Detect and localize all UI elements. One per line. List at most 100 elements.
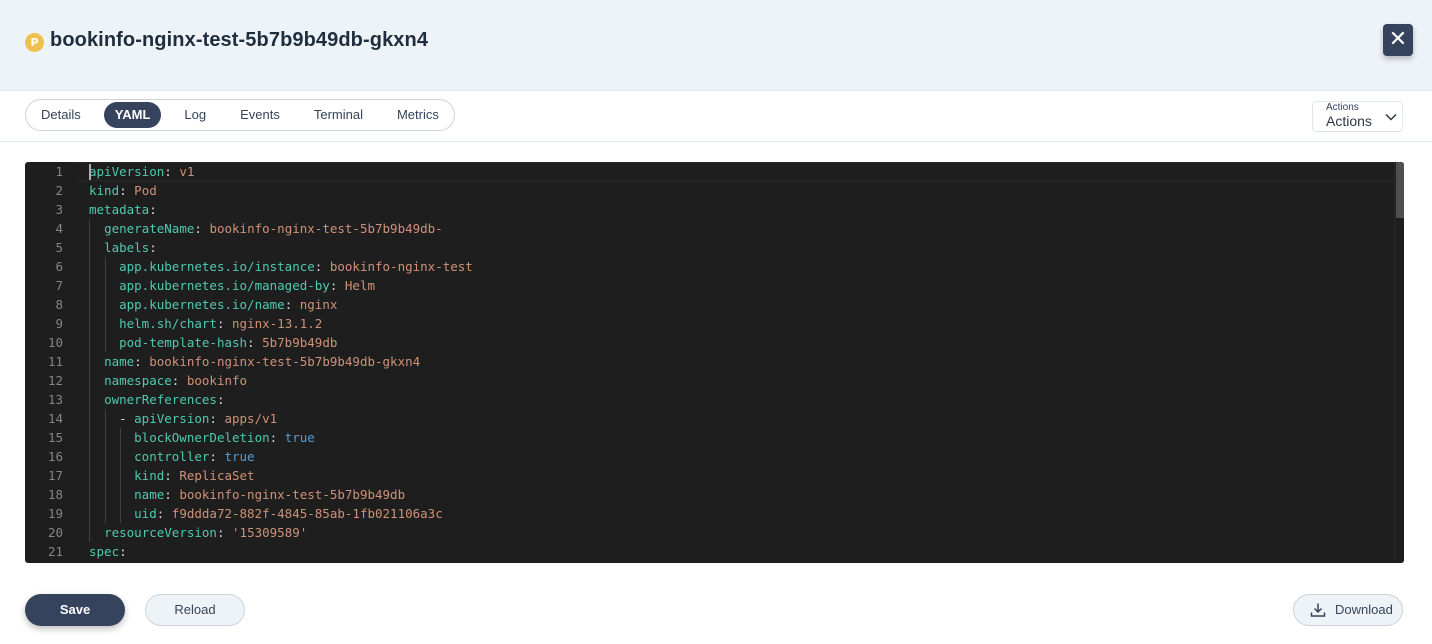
code-token: spec — [89, 544, 120, 559]
line-number: 7 — [55, 278, 63, 293]
code-token: resourceVersion — [104, 525, 217, 540]
code-token: metadata — [89, 202, 150, 217]
code-token: : — [269, 430, 285, 445]
code-token: nginx-13.1.2 — [232, 316, 323, 331]
code-line: blockOwnerDeletion: true — [89, 428, 315, 447]
reload-button[interactable]: Reload — [145, 594, 245, 626]
code-token: blockOwnerDeletion — [134, 430, 270, 445]
code-token: : — [164, 468, 180, 483]
code-token: apps/v1 — [224, 411, 278, 426]
tab-terminal[interactable]: Terminal — [303, 102, 374, 128]
code-line: labels: — [89, 238, 157, 257]
code-token: : — [194, 221, 210, 236]
code-line: kind: ReplicaSet — [89, 466, 254, 485]
line-number: 14 — [47, 411, 63, 426]
code-token: : — [119, 183, 135, 198]
code-token: : — [164, 164, 180, 179]
code-token: apiVersion — [89, 164, 165, 179]
line-number: 1 — [55, 164, 63, 179]
code-token: v1 — [179, 164, 195, 179]
line-number: 19 — [47, 506, 63, 521]
line-number: 21 — [47, 544, 63, 559]
indent-guide — [104, 409, 106, 523]
text-cursor — [89, 164, 91, 180]
close-button[interactable]: ✕ — [1383, 24, 1413, 56]
line-number: 17 — [47, 468, 63, 483]
code-token: apiVersion — [134, 411, 210, 426]
yaml-editor[interactable]: 1 2 3 4 5 6 7 8 9 10 11 12 13 14 15 16 17 18 19 20 21 apiVer… — [25, 162, 1404, 563]
line-number: 2 — [55, 183, 63, 198]
save-button[interactable]: Save — [25, 594, 125, 626]
code-token: : — [209, 449, 225, 464]
code-token: bookinfo-nginx-test-5b7b9b49db-gkxn4 — [149, 354, 421, 369]
code-token: generateName — [104, 221, 195, 236]
scrollbar-thumb[interactable] — [1396, 162, 1404, 218]
code-token: : — [119, 544, 127, 559]
code-token: controller — [134, 449, 210, 464]
code-token: true — [224, 449, 255, 464]
code-line: spec: — [89, 542, 127, 561]
actions-dropdown-caption: Actions — [1326, 102, 1359, 113]
editor-scrollbar[interactable] — [1394, 162, 1404, 563]
code-token: uid — [134, 506, 157, 521]
page-title: bookinfo-nginx-test-5b7b9b49db-gkxn4 — [50, 29, 429, 51]
code-line: - apiVersion: apps/v1 — [89, 409, 277, 428]
line-number: 13 — [47, 392, 63, 407]
actions-dropdown-label: Actions — [1326, 113, 1372, 129]
code-token: - — [89, 411, 135, 426]
line-number: 5 — [55, 240, 63, 255]
code-token: : — [329, 278, 345, 293]
code-token: : — [216, 525, 233, 540]
code-token: name — [104, 354, 135, 369]
indent-guide — [104, 257, 106, 352]
code-token: true — [284, 430, 315, 445]
line-number: 10 — [47, 335, 63, 350]
code-area[interactable]: apiVersion: v1 kind: Pod metadata: generat… — [89, 162, 1394, 563]
code-line: app.kubernetes.io/managed-by: Helm — [89, 276, 375, 295]
code-line: kind: Pod — [89, 181, 157, 200]
actions-dropdown[interactable]: Actions Actions — [1312, 101, 1403, 132]
code-token: bookinfo-nginx-test-5b7b9b49db- — [209, 221, 443, 236]
chevron-down-icon — [1385, 113, 1397, 121]
code-token: : — [314, 259, 330, 274]
code-line: apiVersion: v1 — [89, 162, 194, 181]
indent-guide — [120, 428, 122, 523]
line-number: 4 — [55, 221, 63, 236]
line-number: 6 — [55, 259, 63, 274]
code-token: : — [134, 354, 150, 369]
tab-metrics[interactable]: Metrics — [386, 102, 450, 128]
code-token: namespace — [104, 373, 172, 388]
code-line: metadata: — [89, 200, 157, 219]
line-number: 16 — [47, 449, 63, 464]
code-line: ownerReferences: — [89, 390, 224, 409]
code-token: kind — [134, 468, 165, 483]
code-token: : — [171, 373, 187, 388]
pod-icon: P — [25, 33, 44, 52]
code-token: : — [216, 392, 225, 407]
drawer-header: P bookinfo-nginx-test-5b7b9b49db-gkxn4 ✕ — [0, 0, 1432, 91]
code-token: : — [247, 335, 263, 350]
indent-guide — [89, 219, 90, 542]
code-token: app.kubernetes.io/managed-by — [119, 278, 330, 293]
code-token: : — [216, 316, 233, 331]
tab-details[interactable]: Details — [30, 102, 92, 128]
tab-events[interactable]: Events — [229, 102, 291, 128]
line-number: 8 — [55, 297, 63, 312]
code-token: pod-template-hash — [119, 335, 248, 350]
code-token: ownerReferences — [104, 392, 217, 407]
tab-yaml[interactable]: YAML — [103, 102, 162, 128]
code-token: 5b7b9b49db — [262, 335, 338, 350]
code-line: helm.sh/chart: nginx-13.1.2 — [89, 314, 322, 333]
code-line: generateName: bookinfo-nginx-test-5b7b9b… — [89, 219, 443, 238]
code-line: app.kubernetes.io/name: nginx — [89, 295, 337, 314]
code-token: nginx — [299, 297, 338, 312]
download-button[interactable]: Download — [1293, 594, 1403, 626]
code-token: bookinfo-nginx-test — [329, 259, 473, 274]
code-line: namespace: bookinfo — [89, 371, 247, 390]
code-token: name — [134, 487, 165, 502]
tab-log[interactable]: Log — [173, 102, 217, 128]
line-number: 3 — [55, 202, 63, 217]
